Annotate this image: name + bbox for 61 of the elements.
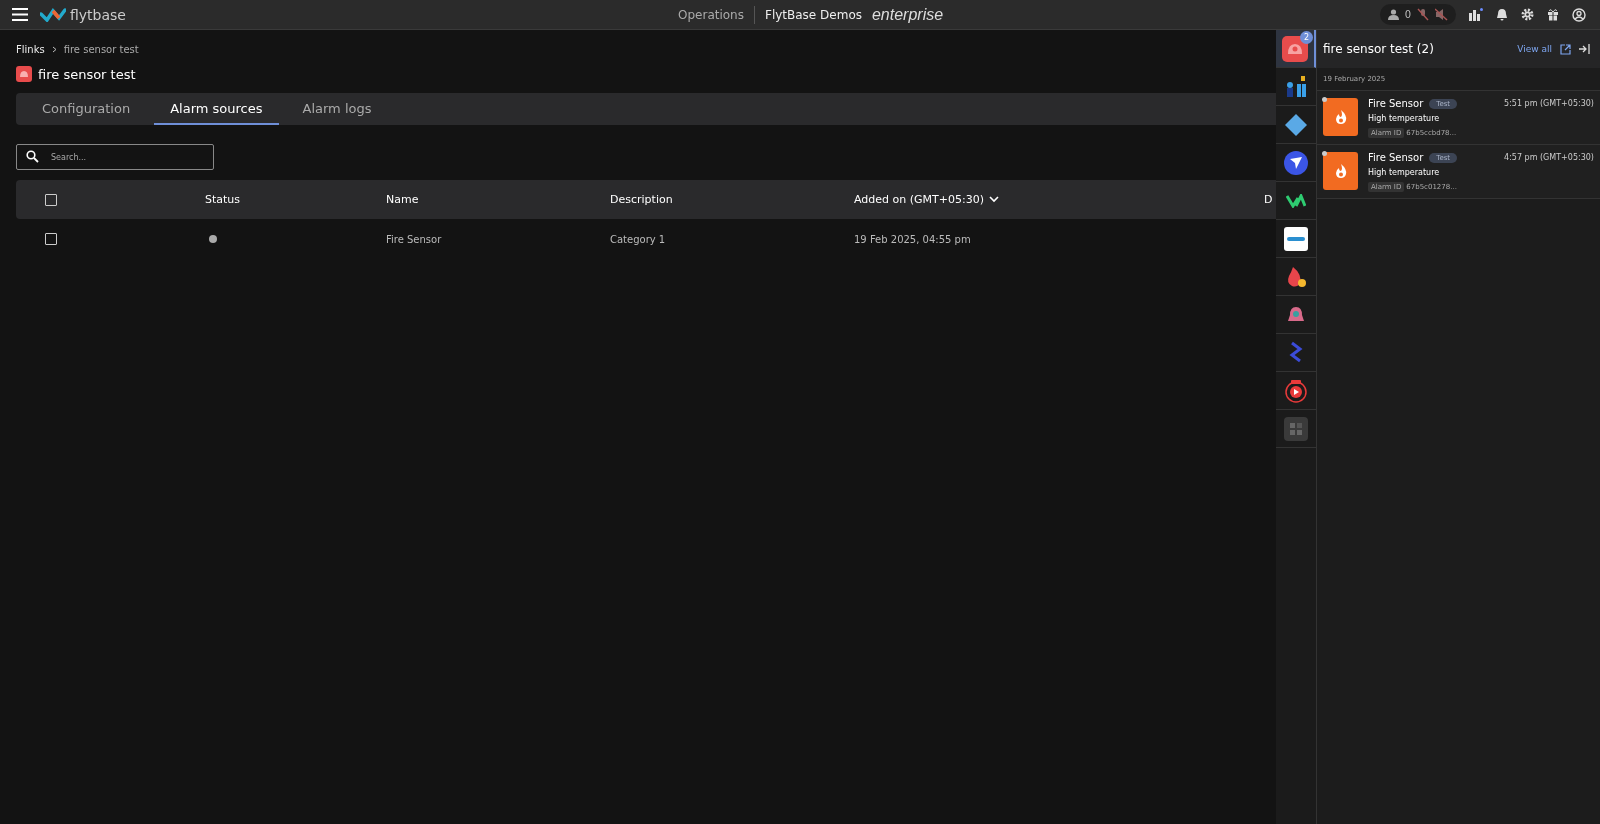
status-pill[interactable]: 0 xyxy=(1379,4,1456,25)
people-icon[interactable] xyxy=(1285,74,1307,99)
apps-icon[interactable] xyxy=(1284,416,1308,441)
fire-alarm-icon[interactable] xyxy=(1282,35,1308,62)
unread-dot xyxy=(1322,151,1327,156)
alarm-time: 5:51 pm (GMT+05:30) xyxy=(1504,99,1594,108)
column-header[interactable]: Added on (GMT+05:30) xyxy=(854,193,984,206)
search-field[interactable]: Search... xyxy=(16,144,214,170)
count-badge: 2 xyxy=(1300,31,1313,44)
column-header[interactable]: D xyxy=(1264,193,1273,206)
external-link-icon[interactable] xyxy=(1560,43,1571,55)
chevron-right-icon xyxy=(51,46,57,53)
column-header[interactable]: Status xyxy=(205,193,241,206)
tab[interactable]: Configuration xyxy=(26,93,147,125)
select-all-checkbox[interactable] xyxy=(45,193,57,206)
live-play-icon[interactable] xyxy=(1284,378,1308,403)
edition-name: enterprise xyxy=(871,5,944,24)
breadcrumb-current: fire sensor test xyxy=(63,44,139,55)
tab[interactable]: Alarm sources xyxy=(154,93,279,125)
alarm-time: 4:57 pm (GMT+05:30) xyxy=(1504,153,1594,162)
notification-icon[interactable] xyxy=(1496,8,1508,21)
profile-icon[interactable] xyxy=(1572,7,1586,22)
gift-icon[interactable] xyxy=(1547,8,1559,21)
person-icon xyxy=(1387,9,1399,20)
search-icon xyxy=(26,150,39,163)
alarm-message: High temperature xyxy=(1368,114,1441,123)
diamond-icon[interactable] xyxy=(1284,112,1308,137)
column-header[interactable]: Description xyxy=(610,193,673,206)
row-checkbox[interactable] xyxy=(45,233,57,245)
bar-chart-icon[interactable] xyxy=(1469,8,1483,21)
unread-dot xyxy=(1322,97,1327,102)
alarm-message: High temperature xyxy=(1368,168,1441,177)
panel-title: fire sensor test (2) xyxy=(1323,42,1435,56)
fire-alarm-icon xyxy=(16,66,32,82)
chevron-down-icon[interactable] xyxy=(989,196,999,203)
va-logo-icon[interactable] xyxy=(1286,193,1306,208)
table-cell: 19 Feb 2025, 04:55 pm xyxy=(854,233,971,245)
muted-microphone-icon xyxy=(1417,8,1429,21)
settings-icon[interactable] xyxy=(1521,8,1534,21)
chain-icon[interactable] xyxy=(1289,340,1303,365)
alarm-source: Fire Sensor xyxy=(1368,98,1424,109)
page-title: fire sensor test xyxy=(38,66,136,82)
table-cell: Fire Sensor xyxy=(386,233,442,245)
breadcrumb-link[interactable]: Flinks xyxy=(16,44,45,55)
brand-name: flytbase xyxy=(70,6,126,23)
people-count: 0 xyxy=(1404,9,1411,20)
genetec-logo-icon[interactable] xyxy=(1284,226,1308,251)
table-cell: Category 1 xyxy=(610,233,666,245)
view-all-link[interactable]: View all xyxy=(1517,44,1552,54)
alarm-source: Fire Sensor xyxy=(1368,152,1424,163)
collapse-panel-icon[interactable] xyxy=(1579,44,1590,54)
tab[interactable]: Alarm logs xyxy=(286,93,388,125)
send-icon[interactable] xyxy=(1284,150,1308,175)
muted-speaker-icon xyxy=(1435,8,1448,21)
fire-tile-icon xyxy=(1323,152,1358,190)
column-header[interactable]: Name xyxy=(386,193,419,206)
operations-link[interactable]: Operations xyxy=(678,7,744,22)
menu-icon[interactable] xyxy=(12,8,28,21)
logo-icon xyxy=(40,7,66,22)
fire-tile-icon xyxy=(1323,98,1358,136)
organization-name: FlytBase Demos xyxy=(765,7,862,22)
